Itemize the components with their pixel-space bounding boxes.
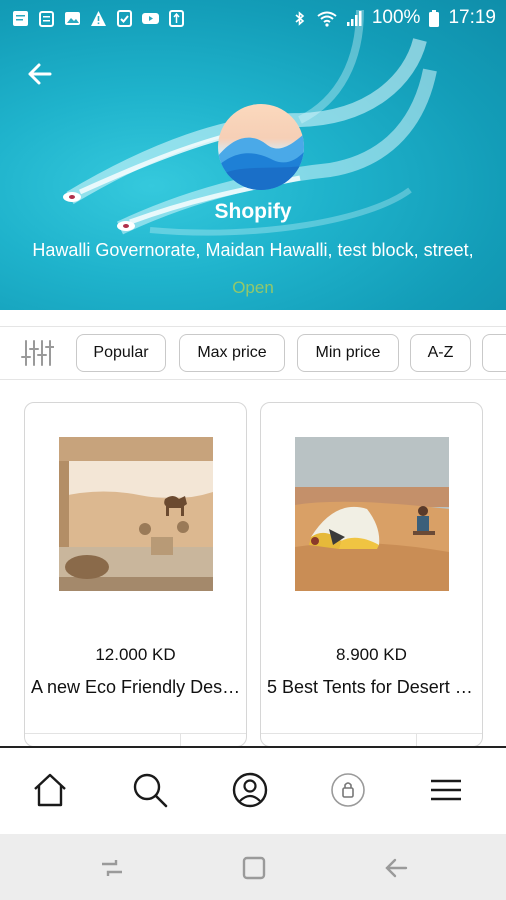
search-icon xyxy=(133,773,168,808)
clock: 17:19 xyxy=(448,7,496,28)
image-off-icon xyxy=(65,11,80,25)
desert-tent-photo xyxy=(295,437,449,591)
clipboard-icon xyxy=(39,10,54,27)
signal-icon xyxy=(346,10,362,26)
back-arrow-icon[interactable] xyxy=(26,60,54,88)
product-card[interactable]: 12.000 KD A new Eco Friendly Desert Camp xyxy=(24,402,247,747)
notes-icon xyxy=(13,10,28,26)
menu-icon xyxy=(431,779,461,801)
store-logo xyxy=(218,104,304,190)
card-divider-vertical xyxy=(416,733,417,746)
card-divider-vertical xyxy=(180,733,181,746)
nav-search[interactable] xyxy=(128,768,172,812)
status-system: 100% 17:19 xyxy=(291,7,496,29)
store-header: 100% 17:19 Shopify Hawalli Governorate, … xyxy=(0,0,506,310)
product-price: 12.000 KD xyxy=(95,645,176,664)
usb-icon xyxy=(169,9,184,27)
wifi-icon xyxy=(317,11,337,27)
bluetooth-icon xyxy=(295,10,305,26)
sort-chip-max-price[interactable]: Max price xyxy=(179,334,285,372)
product-title: A new Eco Friendly Desert Camp xyxy=(31,677,242,697)
nav-home[interactable] xyxy=(28,768,72,812)
sort-chip-popular[interactable]: Popular xyxy=(76,334,166,372)
sort-chip-a-z[interactable]: A-Z xyxy=(410,334,471,372)
battery-percent: 100% xyxy=(371,7,421,28)
home-button-icon[interactable] xyxy=(240,854,268,882)
nav-account[interactable] xyxy=(228,768,272,812)
warning-icon xyxy=(91,10,106,26)
status-bar: 100% 17:19 xyxy=(0,0,506,36)
cart-icon xyxy=(331,773,365,807)
account-icon xyxy=(232,772,268,808)
product-image xyxy=(59,437,213,591)
filter-sliders-icon[interactable] xyxy=(20,337,54,369)
store-open-status: Open xyxy=(232,278,274,297)
status-notifications xyxy=(12,9,185,27)
checklist-icon xyxy=(117,9,132,27)
product-image xyxy=(295,437,449,591)
wave-logo-icon xyxy=(218,134,304,190)
battery-icon xyxy=(429,9,440,27)
youtube-icon xyxy=(142,12,159,24)
android-navigation-bar xyxy=(0,834,506,900)
sort-chip-min-price[interactable]: Min price xyxy=(297,334,399,372)
store-name: Shopify xyxy=(214,200,292,223)
store-address: Hawalli Governorate, Maidan Hawalli, tes… xyxy=(32,240,474,260)
product-card[interactable]: 8.900 KD 5 Best Tents for Desert Camping xyxy=(260,402,483,747)
product-title: 5 Best Tents for Desert Camping xyxy=(267,677,478,697)
card-divider xyxy=(261,733,482,734)
nav-cart[interactable] xyxy=(326,768,370,812)
product-price: 8.900 KD xyxy=(336,645,407,664)
card-divider xyxy=(25,733,246,734)
home-icon xyxy=(34,773,66,807)
desert-camp-photo xyxy=(59,437,213,591)
sort-chip-more[interactable] xyxy=(482,334,506,372)
sort-filter-bar: Popular Max price Min price A-Z xyxy=(0,326,506,380)
bottom-navigation xyxy=(0,746,506,834)
nav-menu[interactable] xyxy=(424,768,468,812)
back-icon[interactable] xyxy=(382,854,410,882)
recent-apps-icon[interactable] xyxy=(98,854,126,882)
